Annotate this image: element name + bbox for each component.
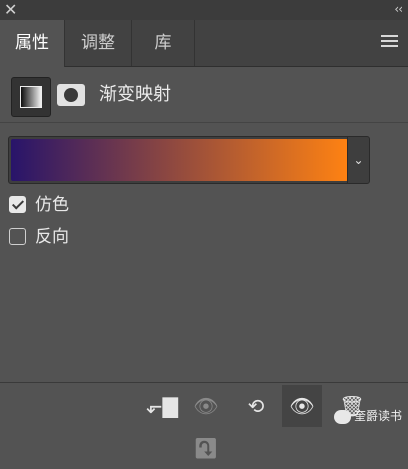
watermark: 奎爵读书 <box>333 406 402 426</box>
view-previous-state-icon[interactable]: 👁⤵ <box>186 385 226 460</box>
visibility-eye-icon[interactable]: 👁 <box>282 385 322 427</box>
panel-titlebar: ✕ ‹‹ <box>0 0 408 20</box>
tab-properties[interactable]: 属性 <box>0 20 65 67</box>
gradient-map-adjustment-icon[interactable] <box>11 77 51 117</box>
watermark-text: 奎爵读书 <box>353 409 402 423</box>
reverse-checkbox[interactable] <box>9 228 26 245</box>
chevron-down-icon[interactable]: ⌄ <box>347 137 369 183</box>
dither-label: 仿色 <box>35 195 69 215</box>
wechat-logo-icon <box>333 409 351 424</box>
reverse-label: 反向 <box>35 227 69 247</box>
layer-mask-icon[interactable] <box>57 84 85 106</box>
collapse-panel-icon[interactable]: ‹‹ <box>394 0 403 18</box>
gradient-preview[interactable] <box>11 139 348 181</box>
panel-title: 渐变映射 <box>99 84 171 105</box>
clip-to-layer-icon[interactable]: ⬐▇ <box>142 385 182 427</box>
tab-bar: 属性 调整 库 <box>0 20 408 67</box>
reset-icon[interactable]: ⟲ <box>236 385 276 427</box>
panel-menu-icon[interactable] <box>381 35 398 50</box>
properties-header: 渐变映射 <box>0 72 408 118</box>
divider <box>0 122 408 123</box>
tab-adjustments[interactable]: 调整 <box>65 20 132 66</box>
close-icon[interactable]: ✕ <box>4 0 17 20</box>
tab-libraries[interactable]: 库 <box>132 20 195 66</box>
dither-checkbox[interactable] <box>9 196 26 213</box>
gradient-picker[interactable]: ⌄ <box>8 136 370 184</box>
